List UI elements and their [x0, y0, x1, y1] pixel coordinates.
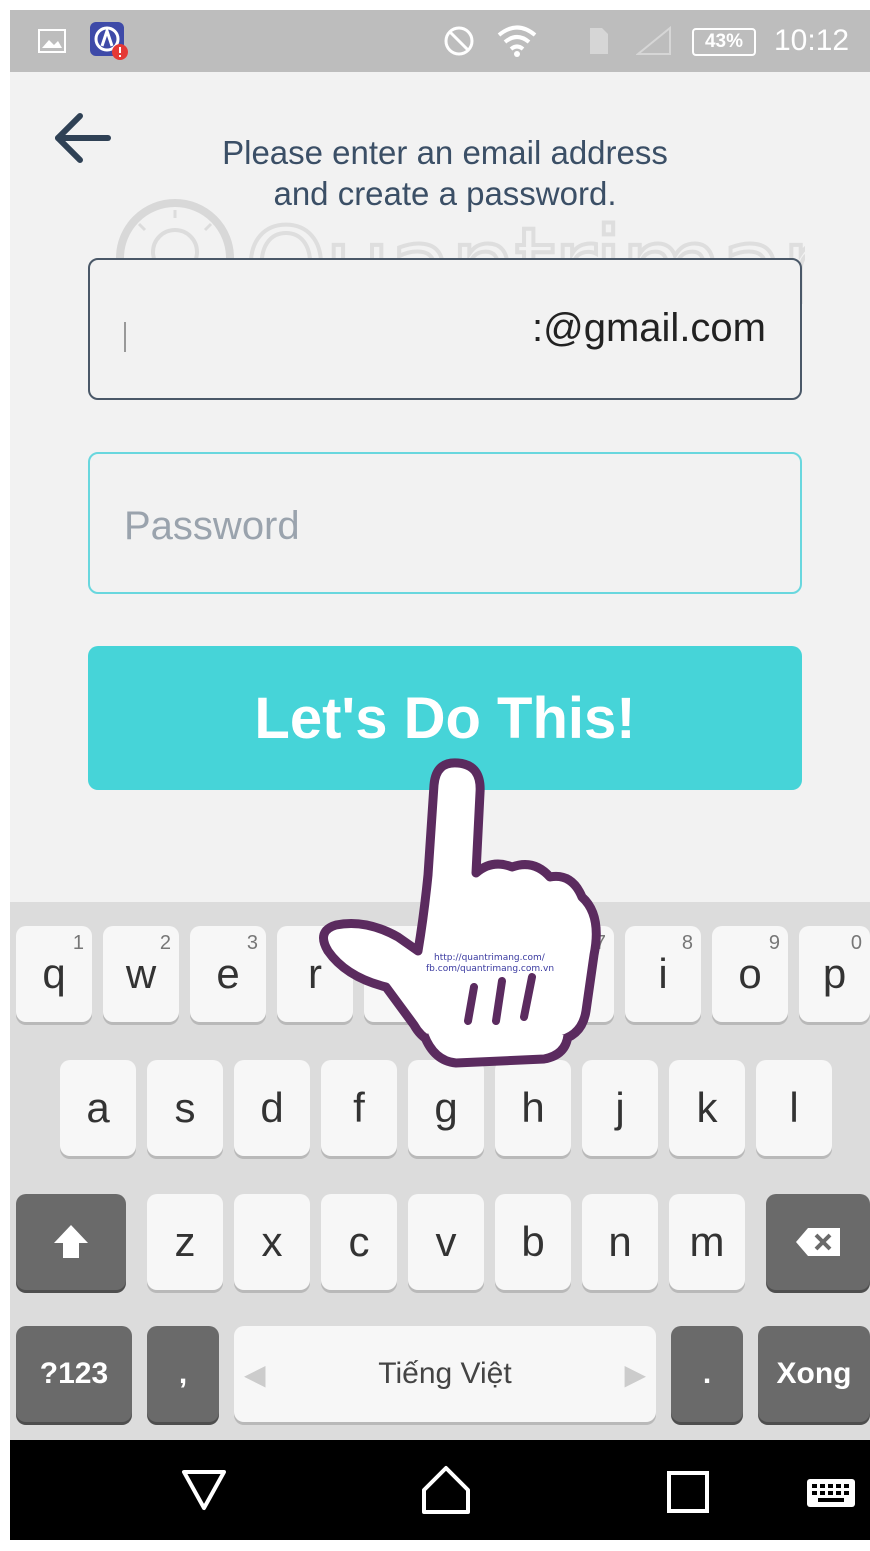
password-placeholder: Password [124, 504, 300, 548]
key-d[interactable]: d [234, 1060, 310, 1156]
back-button[interactable] [50, 108, 120, 168]
nav-recents-button[interactable] [666, 1470, 710, 1519]
key-a[interactable]: a [60, 1060, 136, 1156]
shift-icon [54, 1225, 88, 1258]
key-t[interactable]: t5 [364, 926, 440, 1022]
navigation-bar [10, 1440, 870, 1540]
email-value: :@gmail.com [532, 306, 766, 350]
back-triangle-icon [182, 1470, 226, 1510]
backspace-key[interactable] [766, 1194, 870, 1290]
soft-keyboard: q1 w2 e3 r4 t5 y6 u7 i8 o9 p0 a s d f g … [10, 902, 870, 1440]
key-p[interactable]: p0 [799, 926, 870, 1022]
key-x[interactable]: x [234, 1194, 310, 1290]
key-e[interactable]: e3 [190, 926, 266, 1022]
key-r[interactable]: r4 [277, 926, 353, 1022]
home-icon [422, 1466, 470, 1514]
recents-icon [667, 1471, 709, 1513]
key-g[interactable]: g [408, 1060, 484, 1156]
backspace-icon [796, 1228, 840, 1256]
nav-home-button[interactable] [420, 1464, 472, 1521]
key-k[interactable]: k [669, 1060, 745, 1156]
sim-icon [588, 10, 610, 72]
clock: 10:12 [774, 24, 850, 57]
key-b[interactable]: b [495, 1194, 571, 1290]
wifi-icon [496, 10, 538, 72]
key-u[interactable]: u7 [538, 926, 614, 1022]
key-v[interactable]: v [408, 1194, 484, 1290]
nav-back-button[interactable] [180, 1468, 228, 1517]
nav-keyboard-button[interactable] [806, 1478, 856, 1513]
keyboard-icon [807, 1479, 855, 1507]
image-icon [38, 10, 66, 72]
key-j[interactable]: j [582, 1060, 658, 1156]
space-label: Tiếng Việt [378, 1357, 512, 1390]
instruction-line-1: Please enter an email address [222, 134, 668, 171]
done-key[interactable]: Xong [758, 1326, 870, 1422]
do-not-disturb-icon [443, 10, 475, 72]
shift-key[interactable] [16, 1194, 126, 1290]
app-screen: 43% 10:12 Please enter an email address … [10, 10, 870, 1540]
key-w[interactable]: w2 [103, 926, 179, 1022]
key-h[interactable]: h [495, 1060, 571, 1156]
lets-do-this-button[interactable]: Let's Do This! [88, 646, 802, 790]
key-i[interactable]: i8 [625, 926, 701, 1022]
key-f[interactable]: f [321, 1060, 397, 1156]
key-y[interactable]: y6 [451, 926, 527, 1022]
status-bar: 43% 10:12 [10, 10, 870, 72]
app-notification-icon [88, 10, 130, 72]
text-cursor [124, 322, 126, 352]
key-c[interactable]: c [321, 1194, 397, 1290]
email-field[interactable]: :@gmail.com [88, 258, 802, 400]
key-o[interactable]: o9 [712, 926, 788, 1022]
signal-icon [636, 10, 672, 72]
key-s[interactable]: s [147, 1060, 223, 1156]
chevron-left-icon: ◀ [244, 1358, 266, 1390]
arrow-left-icon [55, 113, 111, 163]
symbols-key[interactable]: ?123 [16, 1326, 132, 1422]
key-z[interactable]: z [147, 1194, 223, 1290]
battery-indicator: 43% [692, 28, 756, 56]
comma-key[interactable]: , [147, 1326, 219, 1422]
key-q[interactable]: q1 [16, 926, 92, 1022]
period-key[interactable]: . [671, 1326, 743, 1422]
space-key[interactable]: ◀ Tiếng Việt ▶ [234, 1326, 656, 1422]
key-n[interactable]: n [582, 1194, 658, 1290]
password-field[interactable]: Password [88, 452, 802, 594]
chevron-right-icon: ▶ [624, 1358, 646, 1390]
key-l[interactable]: l [756, 1060, 832, 1156]
key-m[interactable]: m [669, 1194, 745, 1290]
